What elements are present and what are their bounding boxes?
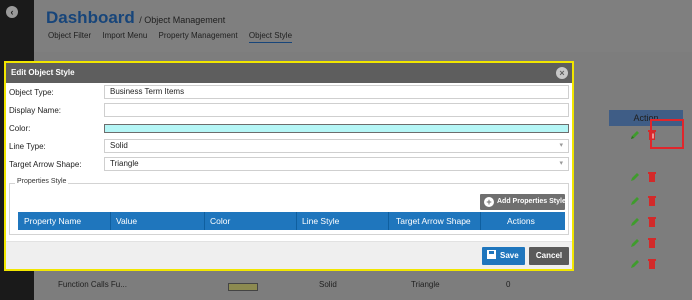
edit-object-style-modal: Edit Object Style × Object Type: Busines… xyxy=(4,61,574,271)
properties-style-legend: Properties Style xyxy=(15,178,69,185)
tab-import-menu[interactable]: Import Menu xyxy=(102,31,147,42)
pencil-icon[interactable] xyxy=(629,216,641,228)
trash-icon[interactable] xyxy=(647,195,657,207)
line-type-label: Line Type: xyxy=(9,142,46,151)
add-properties-style-label: Add Properties Style xyxy=(497,198,566,205)
display-name-label: Display Name: xyxy=(9,106,62,115)
display-name-field[interactable] xyxy=(104,103,569,117)
arrow-shape-label: Target Arrow Shape: xyxy=(9,160,82,169)
floppy-icon xyxy=(487,250,496,259)
modal-footer: Save Cancel xyxy=(6,241,572,269)
page-subtitle: / Object Management xyxy=(139,15,226,25)
column-property-name: Property Name xyxy=(24,216,82,226)
page-header: Dashboard / Object Management Object Fil… xyxy=(34,0,692,52)
modal-title: Edit Object Style xyxy=(11,68,75,77)
row-arrow-shape: Triangle xyxy=(411,280,440,289)
properties-style-section: Properties Style + Add Properties Style P… xyxy=(9,178,569,235)
properties-table-header: Property Name Value Color Line Style Tar… xyxy=(18,212,565,230)
column-divider xyxy=(480,212,481,230)
column-color: Color xyxy=(210,216,231,226)
column-divider xyxy=(296,212,297,230)
row-color-swatch xyxy=(228,283,258,291)
column-divider xyxy=(204,212,205,230)
save-button[interactable]: Save xyxy=(482,247,525,265)
row-name: Function Calls Fu... xyxy=(58,280,127,289)
tab-nav: Object Filter Import Menu Property Manag… xyxy=(48,31,301,43)
trash-icon[interactable] xyxy=(647,171,657,183)
color-row: Color: xyxy=(9,121,569,136)
trash-icon[interactable] xyxy=(647,237,657,249)
breadcrumb: Dashboard / Object Management xyxy=(46,8,225,28)
trash-icon[interactable] xyxy=(647,258,657,270)
color-label: Color: xyxy=(9,124,31,133)
pencil-icon[interactable] xyxy=(629,237,641,249)
object-type-row: Object Type: Business Term Items xyxy=(9,85,569,100)
trash-icon[interactable] xyxy=(647,216,657,228)
row-actions xyxy=(629,171,665,183)
color-picker[interactable] xyxy=(104,124,569,133)
display-name-row: Display Name: xyxy=(9,103,569,118)
table-row: Function Calls Fu... Solid Triangle 0 xyxy=(34,272,674,298)
tab-object-style[interactable]: Object Style xyxy=(248,31,293,43)
column-actions: Actions xyxy=(507,216,535,226)
arrow-shape-row: Target Arrow Shape: Triangle xyxy=(9,157,569,172)
line-type-row: Line Type: Solid xyxy=(9,139,569,154)
row-actions-count: 0 xyxy=(506,280,511,289)
arrow-shape-select[interactable]: Triangle xyxy=(104,157,569,171)
column-divider xyxy=(388,212,389,230)
pencil-icon[interactable] xyxy=(629,129,641,141)
row-actions xyxy=(629,237,665,249)
cancel-button[interactable]: Cancel xyxy=(529,247,569,265)
row-actions xyxy=(629,216,665,228)
tab-object-filter[interactable]: Object Filter xyxy=(48,31,91,42)
pencil-icon[interactable] xyxy=(629,195,641,207)
column-divider xyxy=(110,212,111,230)
back-icon[interactable]: ‹ xyxy=(6,6,18,18)
column-value: Value xyxy=(116,216,138,226)
row-actions xyxy=(629,195,665,207)
object-type-field[interactable]: Business Term Items xyxy=(104,85,569,99)
row-line-style: Solid xyxy=(319,280,337,289)
column-line-style: Line Style xyxy=(302,216,340,226)
plus-icon: + xyxy=(484,197,494,207)
line-type-select[interactable]: Solid xyxy=(104,139,569,153)
modal-header: Edit Object Style × xyxy=(6,63,572,83)
object-type-label: Object Type: xyxy=(9,88,54,97)
pencil-icon[interactable] xyxy=(629,258,641,270)
page-title[interactable]: Dashboard xyxy=(46,8,135,27)
add-properties-style-button[interactable]: + Add Properties Style xyxy=(480,194,566,210)
column-target-arrow-shape: Target Arrow Shape xyxy=(396,216,471,226)
row-actions xyxy=(629,258,665,270)
save-label: Save xyxy=(500,251,519,260)
pencil-icon[interactable] xyxy=(629,171,641,183)
close-icon[interactable]: × xyxy=(556,67,568,79)
tab-property-management[interactable]: Property Management xyxy=(159,31,238,42)
highlight-box xyxy=(650,119,684,149)
